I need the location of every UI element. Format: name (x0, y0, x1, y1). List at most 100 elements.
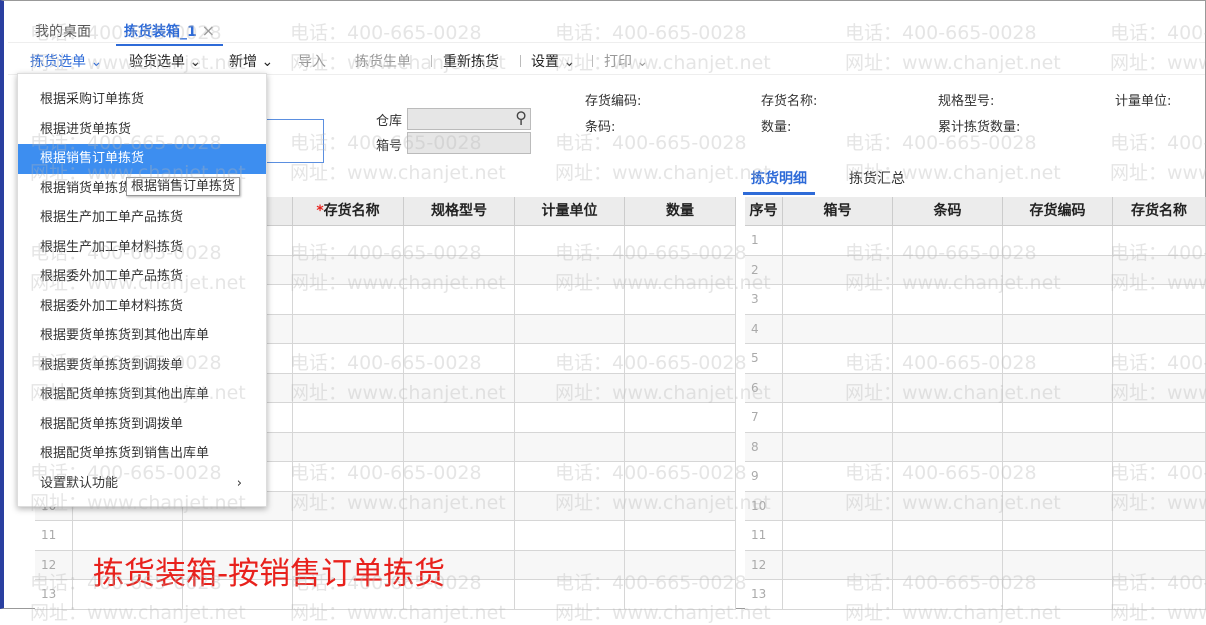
table-cell[interactable] (404, 314, 515, 344)
table-cell[interactable] (783, 226, 893, 256)
table-cell[interactable] (515, 344, 625, 374)
table-cell[interactable] (293, 255, 404, 285)
box-number-input[interactable] (407, 132, 531, 154)
menu-item[interactable]: 根据销售订单拣货 (18, 144, 266, 174)
table-cell[interactable] (1003, 462, 1113, 492)
table-cell[interactable] (1003, 521, 1113, 551)
table-cell[interactable] (893, 255, 1003, 285)
table-cell[interactable] (515, 521, 625, 551)
table-cell[interactable] (293, 373, 404, 403)
table-cell[interactable] (515, 255, 625, 285)
tab-desktop[interactable]: 我的桌面 (35, 21, 91, 41)
table-cell[interactable] (625, 580, 736, 610)
column-header[interactable]: 存货编码 (1003, 197, 1113, 226)
table-cell[interactable] (515, 550, 625, 580)
table-cell[interactable] (1113, 550, 1206, 580)
menu-item[interactable]: 根据配货单拣货到其他出库单 (18, 380, 266, 410)
menu-item[interactable]: 设置默认功能 › (18, 469, 266, 499)
table-cell[interactable] (515, 491, 625, 521)
table-cell[interactable] (293, 521, 404, 551)
table-cell[interactable] (893, 226, 1003, 256)
table-cell[interactable] (783, 462, 893, 492)
column-header[interactable]: 存货名称 (1113, 197, 1206, 226)
table-cell[interactable] (404, 344, 515, 374)
table-cell[interactable] (893, 580, 1003, 610)
table-cell[interactable] (1003, 373, 1113, 403)
table-cell[interactable] (1003, 403, 1113, 433)
table-cell[interactable] (183, 521, 293, 551)
table-cell[interactable] (293, 226, 404, 256)
table-cell[interactable] (404, 462, 515, 492)
table-cell[interactable] (515, 580, 625, 610)
menu-item[interactable]: 根据要货单拣货到其他出库单 (18, 321, 266, 351)
table-cell[interactable] (515, 314, 625, 344)
table-cell[interactable] (783, 403, 893, 433)
table-cell[interactable] (783, 373, 893, 403)
table-cell[interactable] (625, 373, 736, 403)
table-cell[interactable] (515, 226, 625, 256)
table-cell[interactable] (625, 521, 736, 551)
table-cell[interactable] (625, 432, 736, 462)
table-cell[interactable] (1113, 226, 1206, 256)
table-cell[interactable] (1113, 580, 1206, 610)
settings-button[interactable]: 设置 ⌄ (531, 51, 575, 71)
column-header[interactable]: 计量单位 (515, 197, 625, 226)
table-cell[interactable] (293, 403, 404, 433)
table-cell[interactable] (1003, 580, 1113, 610)
table-cell[interactable] (893, 373, 1003, 403)
table-cell[interactable] (625, 314, 736, 344)
column-header[interactable]: 箱号 (783, 197, 893, 226)
search-icon[interactable]: ⚲ (515, 108, 527, 127)
table-cell[interactable] (1003, 285, 1113, 315)
table-cell[interactable] (783, 285, 893, 315)
table-cell[interactable] (893, 550, 1003, 580)
table-cell[interactable] (625, 462, 736, 492)
generate-button[interactable]: 拣货生单 (355, 51, 411, 71)
warehouse-input[interactable]: ⚲ (407, 108, 531, 130)
table-cell[interactable] (893, 344, 1003, 374)
close-icon[interactable]: × (202, 21, 215, 40)
table-cell[interactable] (893, 491, 1003, 521)
inspect-select-button[interactable]: 验货选单 ⌄ (129, 51, 201, 71)
table-cell[interactable] (515, 285, 625, 315)
tab-pick-detail[interactable]: 拣货明细 (743, 168, 815, 195)
table-cell[interactable] (404, 432, 515, 462)
table-cell[interactable] (1003, 344, 1113, 374)
column-header[interactable]: 条码 (893, 197, 1003, 226)
new-button[interactable]: 新增 ⌄ (229, 51, 273, 71)
table-cell[interactable] (293, 285, 404, 315)
column-header[interactable]: *存货名称 (293, 197, 404, 226)
table-cell[interactable] (1113, 314, 1206, 344)
table-cell[interactable] (625, 344, 736, 374)
table-cell[interactable] (783, 255, 893, 285)
menu-item[interactable]: 根据生产加工单材料拣货 (18, 233, 266, 263)
table-cell[interactable] (293, 314, 404, 344)
table-cell[interactable] (1113, 521, 1206, 551)
table-cell[interactable] (1113, 344, 1206, 374)
table-cell[interactable] (893, 403, 1003, 433)
table-cell[interactable] (783, 432, 893, 462)
repick-button[interactable]: 重新拣货 (443, 51, 499, 71)
table-cell[interactable] (1113, 373, 1206, 403)
table-cell[interactable] (1003, 432, 1113, 462)
table-cell[interactable] (1113, 403, 1206, 433)
table-cell[interactable] (1003, 314, 1113, 344)
table-cell[interactable] (1113, 491, 1206, 521)
table-cell[interactable] (293, 491, 404, 521)
tab-pick-summary[interactable]: 拣货汇总 (849, 168, 905, 188)
table-cell[interactable] (893, 314, 1003, 344)
table-cell[interactable] (783, 550, 893, 580)
table-cell[interactable] (893, 462, 1003, 492)
pick-select-button[interactable]: 拣货选单 ⌄ (30, 51, 102, 71)
table-cell[interactable] (1003, 491, 1113, 521)
menu-item[interactable]: 根据生产加工单产品拣货 (18, 203, 266, 233)
table-cell[interactable] (783, 580, 893, 610)
table-cell[interactable] (404, 521, 515, 551)
table-cell[interactable] (404, 226, 515, 256)
table-cell[interactable] (625, 285, 736, 315)
table-cell[interactable] (404, 255, 515, 285)
table-cell[interactable] (404, 491, 515, 521)
menu-item[interactable]: 根据配货单拣货到调拨单 (18, 410, 266, 440)
table-cell[interactable] (783, 344, 893, 374)
menu-item[interactable]: 根据委外加工单材料拣货 (18, 292, 266, 322)
